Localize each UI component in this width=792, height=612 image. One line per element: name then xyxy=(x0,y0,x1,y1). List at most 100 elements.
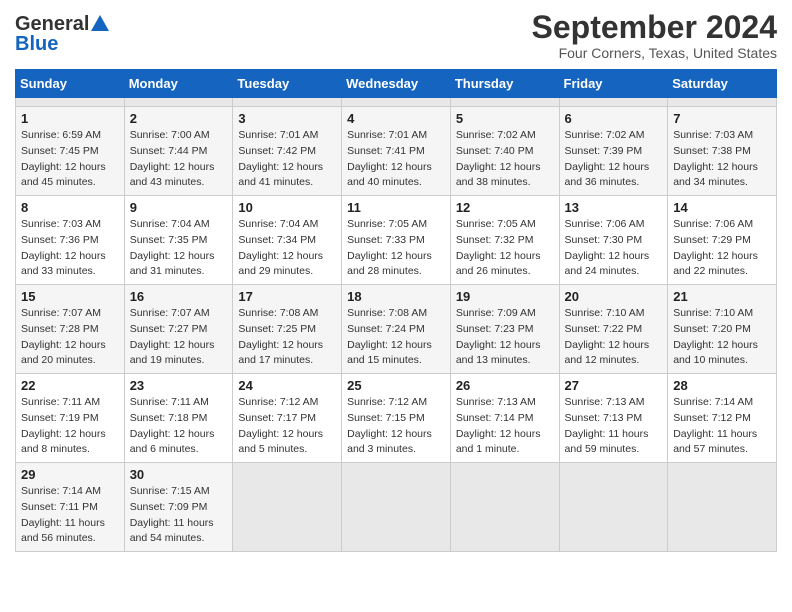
day-number: 27 xyxy=(565,378,663,393)
calendar-cell xyxy=(559,98,668,107)
day-number: 2 xyxy=(130,111,228,126)
calendar-cell: 27 Sunrise: 7:13 AM Sunset: 7:13 PM Dayli… xyxy=(559,374,668,463)
day-info: Sunrise: 7:10 AM Sunset: 7:22 PM Dayligh… xyxy=(565,306,663,369)
calendar-cell: 21Sunrise: 7:10 AM Sunset: 7:20 PM Dayli… xyxy=(668,285,777,374)
day-info: Sunrise: 7:14 AM Sunset: 7:11 PM Dayligh… xyxy=(21,484,119,547)
day-info: Sunrise: 7:04 AM Sunset: 7:34 PM Dayligh… xyxy=(238,217,336,280)
day-info: Sunrise: 7:06 AM Sunset: 7:30 PM Dayligh… xyxy=(565,217,663,280)
calendar-cell: 18Sunrise: 7:08 AM Sunset: 7:24 PM Dayli… xyxy=(342,285,451,374)
calendar-cell: 11 Sunrise: 7:05 AM Sunset: 7:33 PM Dayli… xyxy=(342,196,451,285)
day-info: Sunrise: 7:03 AM Sunset: 7:36 PM Dayligh… xyxy=(21,217,119,280)
day-number: 30 xyxy=(130,467,228,482)
day-info: Sunrise: 7:14 AM Sunset: 7:12 PM Dayligh… xyxy=(673,395,771,458)
day-info: Sunrise: 7:01 AM Sunset: 7:41 PM Dayligh… xyxy=(347,128,445,191)
calendar-cell xyxy=(233,98,342,107)
day-info: Sunrise: 7:10 AM Sunset: 7:20 PM Dayligh… xyxy=(673,306,771,369)
day-info: Sunrise: 7:02 AM Sunset: 7:40 PM Dayligh… xyxy=(456,128,554,191)
calendar-cell: 24Sunrise: 7:12 AM Sunset: 7:17 PM Dayli… xyxy=(233,374,342,463)
calendar-cell: 8 Sunrise: 7:03 AM Sunset: 7:36 PM Daylig… xyxy=(16,196,125,285)
calendar-cell: 14 Sunrise: 7:06 AM Sunset: 7:29 PM Dayli… xyxy=(668,196,777,285)
header-monday: Monday xyxy=(124,70,233,98)
day-number: 23 xyxy=(130,378,228,393)
calendar-cell: 6 Sunrise: 7:02 AM Sunset: 7:39 PM Daylig… xyxy=(559,107,668,196)
day-info: Sunrise: 7:02 AM Sunset: 7:39 PM Dayligh… xyxy=(565,128,663,191)
day-number: 17 xyxy=(238,289,336,304)
day-number: 8 xyxy=(21,200,119,215)
day-info: Sunrise: 7:00 AM Sunset: 7:44 PM Dayligh… xyxy=(130,128,228,191)
calendar-cell: 26Sunrise: 7:13 AM Sunset: 7:14 PM Dayli… xyxy=(450,374,559,463)
day-number: 22 xyxy=(21,378,119,393)
logo-general: General xyxy=(15,14,89,34)
header-saturday: Saturday xyxy=(668,70,777,98)
calendar-cell: 25Sunrise: 7:12 AM Sunset: 7:15 PM Dayli… xyxy=(342,374,451,463)
calendar-cell xyxy=(342,98,451,107)
day-info: Sunrise: 7:04 AM Sunset: 7:35 PM Dayligh… xyxy=(130,217,228,280)
calendar-cell: 4 Sunrise: 7:01 AM Sunset: 7:41 PM Daylig… xyxy=(342,107,451,196)
day-number: 26 xyxy=(456,378,554,393)
calendar-cell xyxy=(559,463,668,552)
header-wednesday: Wednesday xyxy=(342,70,451,98)
calendar-header-row: SundayMondayTuesdayWednesdayThursdayFrid… xyxy=(16,70,777,98)
calendar-week-1: 1Sunrise: 6:59 AM Sunset: 7:45 PM Daylig… xyxy=(16,107,777,196)
calendar-cell: 17 Sunrise: 7:08 AM Sunset: 7:25 PM Dayli… xyxy=(233,285,342,374)
day-info: Sunrise: 7:03 AM Sunset: 7:38 PM Dayligh… xyxy=(673,128,771,191)
calendar-cell xyxy=(342,463,451,552)
calendar-week-3: 15Sunrise: 7:07 AM Sunset: 7:28 PM Dayli… xyxy=(16,285,777,374)
day-info: Sunrise: 7:07 AM Sunset: 7:27 PM Dayligh… xyxy=(130,306,228,369)
day-number: 20 xyxy=(565,289,663,304)
calendar-week-0 xyxy=(16,98,777,107)
day-info: Sunrise: 7:15 AM Sunset: 7:09 PM Dayligh… xyxy=(130,484,228,547)
day-info: Sunrise: 6:59 AM Sunset: 7:45 PM Dayligh… xyxy=(21,128,119,191)
day-number: 19 xyxy=(456,289,554,304)
day-number: 18 xyxy=(347,289,445,304)
page-title: September 2024 xyxy=(532,10,777,45)
day-info: Sunrise: 7:09 AM Sunset: 7:23 PM Dayligh… xyxy=(456,306,554,369)
page-header: General Blue September 2024 Four Corners… xyxy=(15,10,777,61)
calendar-cell xyxy=(450,463,559,552)
day-number: 4 xyxy=(347,111,445,126)
header-friday: Friday xyxy=(559,70,668,98)
day-number: 14 xyxy=(673,200,771,215)
day-info: Sunrise: 7:05 AM Sunset: 7:33 PM Dayligh… xyxy=(347,217,445,280)
calendar-week-5: 29 Sunrise: 7:14 AM Sunset: 7:11 PM Dayli… xyxy=(16,463,777,552)
header-tuesday: Tuesday xyxy=(233,70,342,98)
calendar-cell xyxy=(16,98,125,107)
day-number: 7 xyxy=(673,111,771,126)
calendar-cell: 19 Sunrise: 7:09 AM Sunset: 7:23 PM Dayli… xyxy=(450,285,559,374)
calendar-cell: 29 Sunrise: 7:14 AM Sunset: 7:11 PM Dayli… xyxy=(16,463,125,552)
calendar-cell: 2 Sunrise: 7:00 AM Sunset: 7:44 PM Daylig… xyxy=(124,107,233,196)
logo-blue: Blue xyxy=(15,34,58,54)
calendar-cell: 3Sunrise: 7:01 AM Sunset: 7:42 PM Daylig… xyxy=(233,107,342,196)
calendar-cell xyxy=(668,463,777,552)
calendar-cell: 28 Sunrise: 7:14 AM Sunset: 7:12 PM Dayli… xyxy=(668,374,777,463)
calendar-week-2: 8 Sunrise: 7:03 AM Sunset: 7:36 PM Daylig… xyxy=(16,196,777,285)
day-number: 11 xyxy=(347,200,445,215)
day-info: Sunrise: 7:06 AM Sunset: 7:29 PM Dayligh… xyxy=(673,217,771,280)
day-info: Sunrise: 7:05 AM Sunset: 7:32 PM Dayligh… xyxy=(456,217,554,280)
logo: General Blue xyxy=(15,14,109,54)
day-number: 29 xyxy=(21,467,119,482)
day-info: Sunrise: 7:08 AM Sunset: 7:25 PM Dayligh… xyxy=(238,306,336,369)
day-number: 13 xyxy=(565,200,663,215)
calendar-cell xyxy=(124,98,233,107)
day-number: 28 xyxy=(673,378,771,393)
calendar-cell: 10 Sunrise: 7:04 AM Sunset: 7:34 PM Dayli… xyxy=(233,196,342,285)
day-info: Sunrise: 7:07 AM Sunset: 7:28 PM Dayligh… xyxy=(21,306,119,369)
day-number: 6 xyxy=(565,111,663,126)
calendar-week-4: 22Sunrise: 7:11 AM Sunset: 7:19 PM Dayli… xyxy=(16,374,777,463)
calendar-cell: 30 Sunrise: 7:15 AM Sunset: 7:09 PM Dayli… xyxy=(124,463,233,552)
calendar-cell: 7 Sunrise: 7:03 AM Sunset: 7:38 PM Daylig… xyxy=(668,107,777,196)
day-number: 10 xyxy=(238,200,336,215)
calendar-cell: 22Sunrise: 7:11 AM Sunset: 7:19 PM Dayli… xyxy=(16,374,125,463)
calendar-cell: 23Sunrise: 7:11 AM Sunset: 7:18 PM Dayli… xyxy=(124,374,233,463)
day-number: 12 xyxy=(456,200,554,215)
calendar-cell: 13 Sunrise: 7:06 AM Sunset: 7:30 PM Dayli… xyxy=(559,196,668,285)
day-info: Sunrise: 7:13 AM Sunset: 7:13 PM Dayligh… xyxy=(565,395,663,458)
calendar-table: SundayMondayTuesdayWednesdayThursdayFrid… xyxy=(15,69,777,552)
calendar-cell: 20 Sunrise: 7:10 AM Sunset: 7:22 PM Dayli… xyxy=(559,285,668,374)
day-number: 24 xyxy=(238,378,336,393)
calendar-cell xyxy=(233,463,342,552)
day-number: 16 xyxy=(130,289,228,304)
calendar-cell xyxy=(450,98,559,107)
calendar-cell: 12 Sunrise: 7:05 AM Sunset: 7:32 PM Dayli… xyxy=(450,196,559,285)
